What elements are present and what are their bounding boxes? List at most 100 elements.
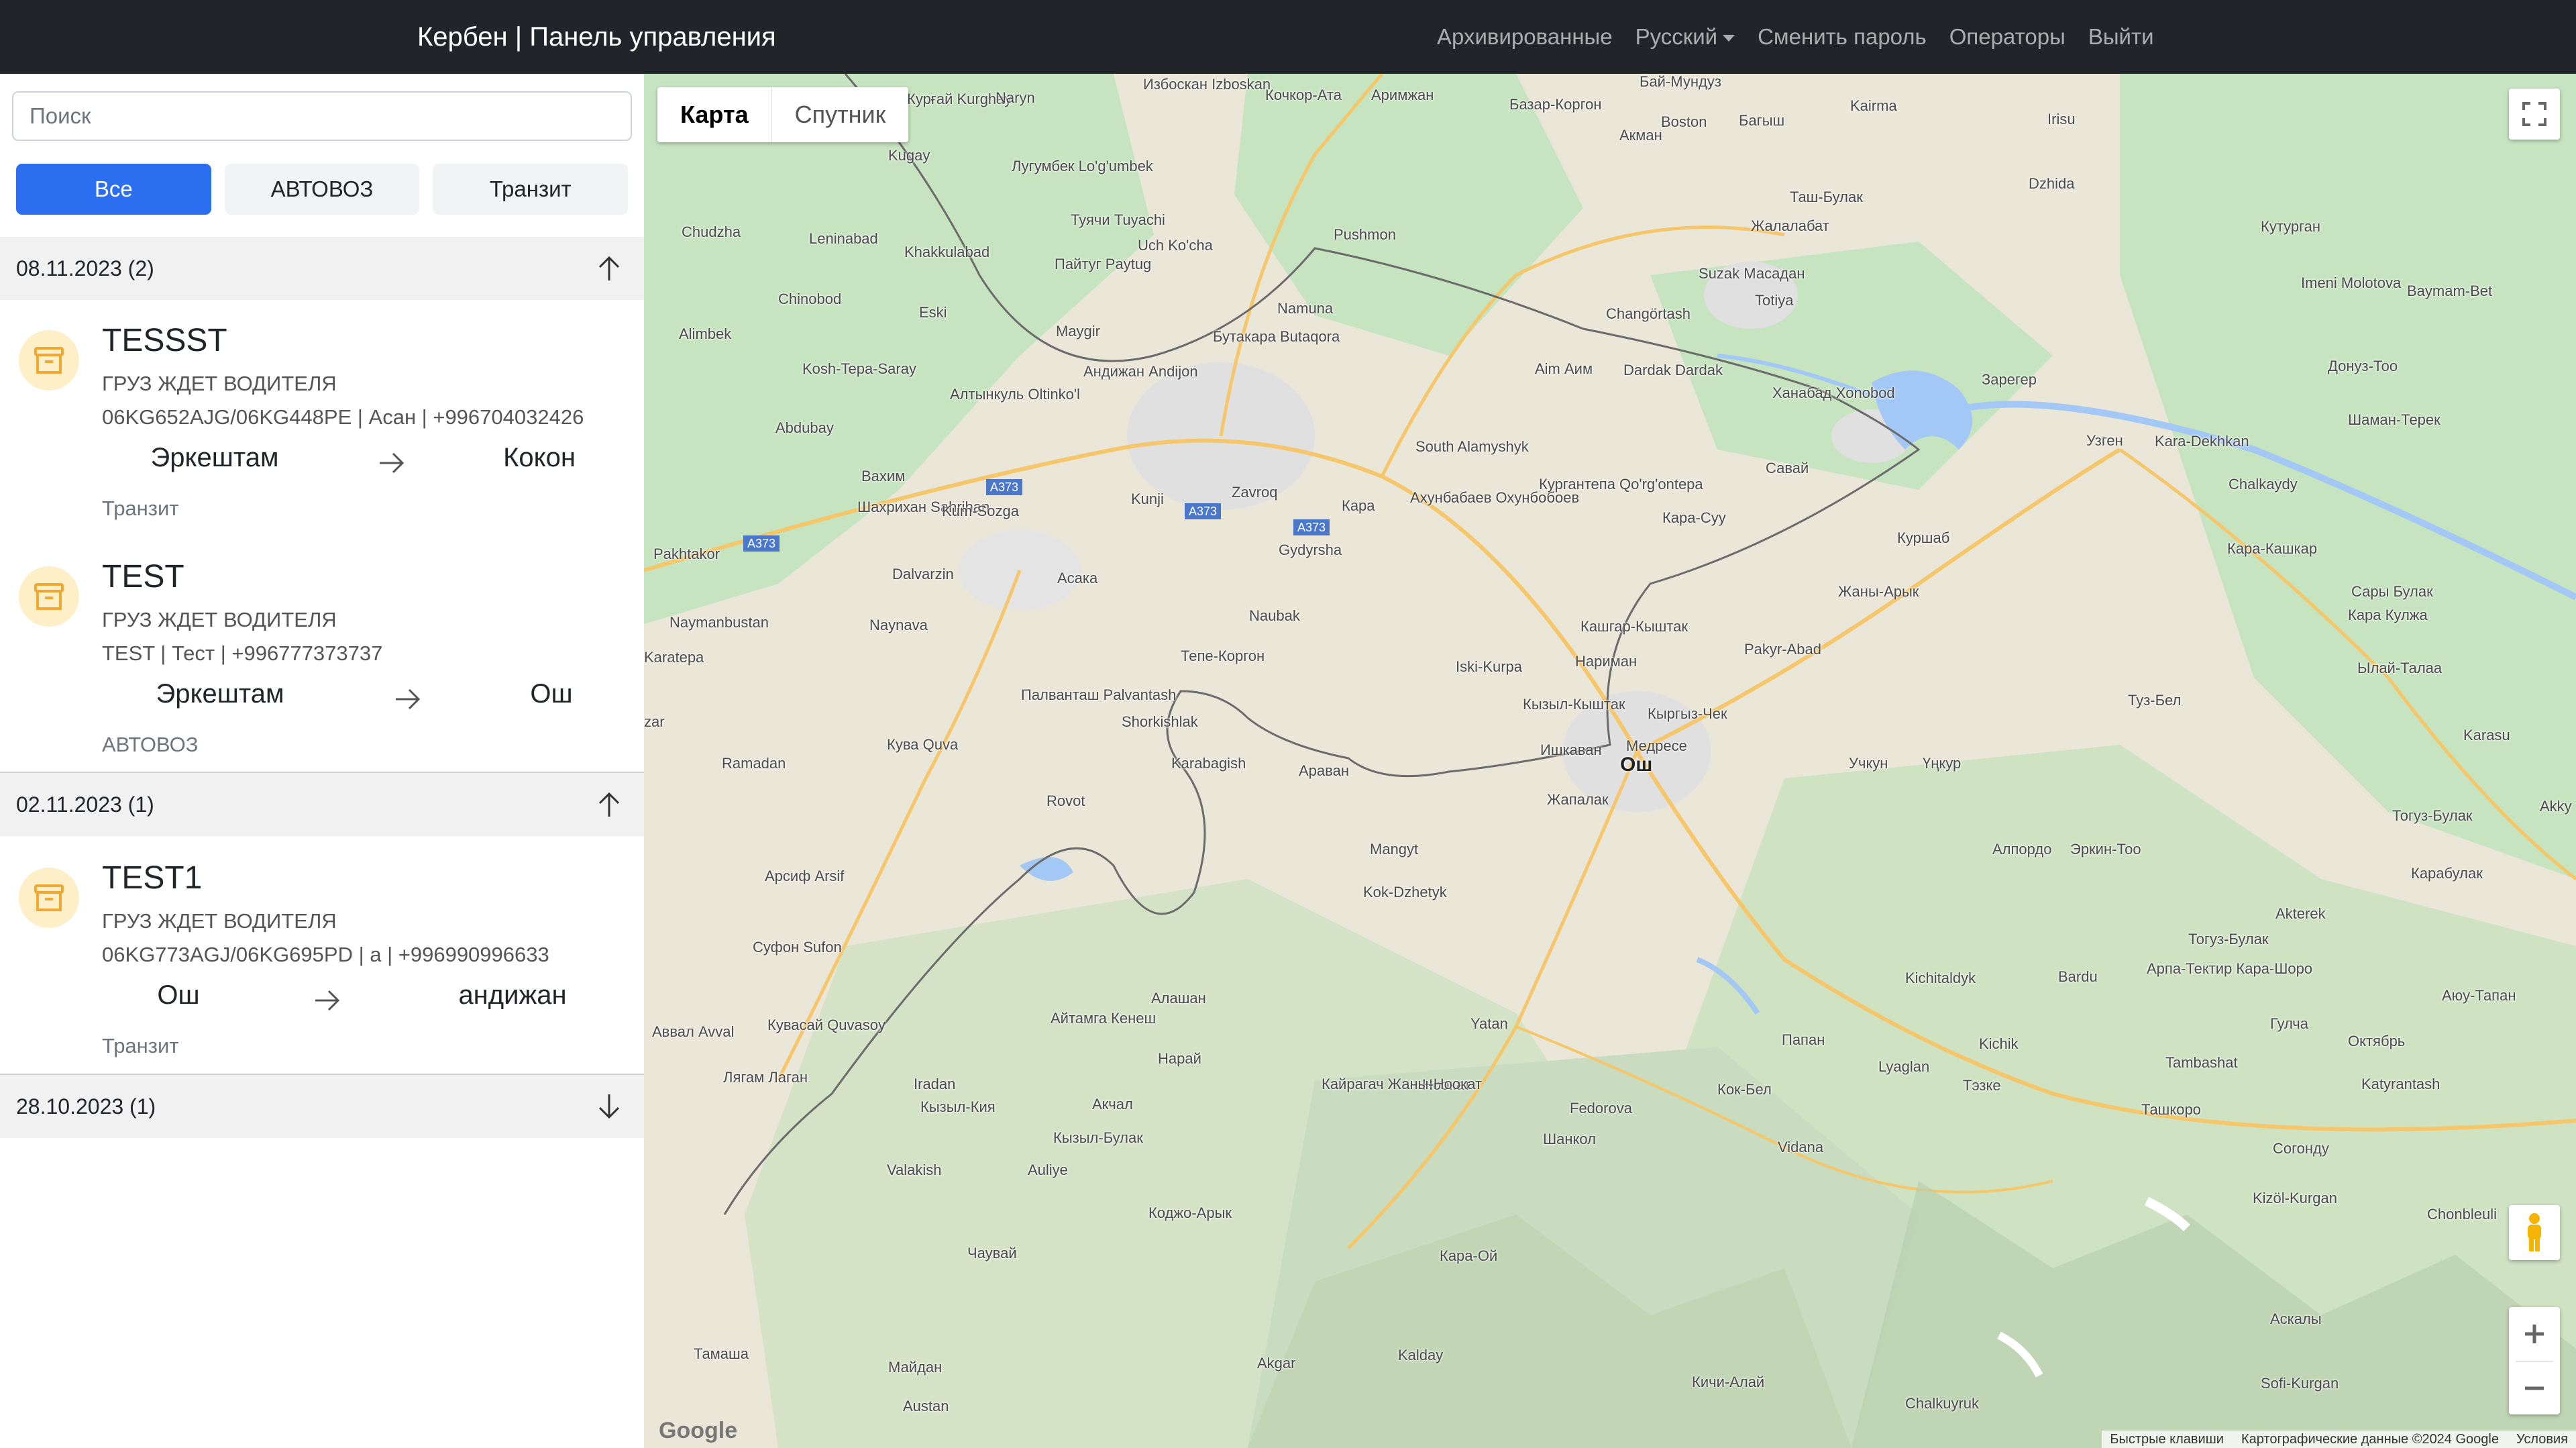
- map-label-kurgantepa: Кургантепа Qo'rg'ontepa: [1539, 476, 1703, 493]
- map-label-uzgen: Узген: [2086, 432, 2123, 449]
- route-origin: Ош: [157, 980, 200, 1010]
- map-label-khanabad: Ханабад Xonobod: [1772, 384, 1895, 401]
- cargo-sidebar: Все АВТОВОЗ Транзит 08.11.2023 (2) TESSS…: [0, 74, 644, 1448]
- cargo-info: 06KG773AGJ/06KG695PD | a | +996990996633: [102, 943, 549, 966]
- cargo-status: ГРУЗ ЖДЕТ ВОДИТЕЛЯ: [102, 608, 337, 631]
- map-label-jany-aryk: Жаны-Арык: [1838, 583, 1919, 600]
- cargo-type: АВТОВОЗ: [102, 733, 199, 756]
- map-label-bazar-korgon: Базар-Коргон: [1509, 96, 1602, 113]
- map-label-chinobod: Chinobod: [778, 291, 842, 307]
- map-label-tambashat: Tambashat: [2165, 1054, 2238, 1071]
- language-label: Русский: [1635, 24, 1718, 49]
- map-label-kok-dzhetyk: Kok-Dzhetyk: [1363, 884, 1447, 900]
- map-label-kurshab: Куршаб: [1897, 529, 1950, 546]
- nav-archived-link[interactable]: Архивированные: [1437, 24, 1613, 50]
- route-origin: Эркештам: [150, 443, 279, 472]
- map-label-shorkishlak: Shorkishlak: [1122, 713, 1198, 730]
- terms-link[interactable]: Условия: [2516, 1432, 2568, 1447]
- map-label-kara-kulja: Кара Кулжа: [2348, 607, 2428, 623]
- map-label-karatepa: Karatepa: [644, 649, 704, 666]
- filter-transit-button[interactable]: Транзит: [433, 164, 629, 215]
- map-label-kodzho-aryk: Коджо-Арык: [1148, 1204, 1232, 1221]
- filter-autovoz-button[interactable]: АВТОВОЗ: [224, 164, 420, 215]
- map-attribution: Быстрые клавиши Картографические данные …: [2102, 1431, 2576, 1448]
- archive-box-icon: [19, 330, 79, 391]
- arrow-down-icon[interactable]: [594, 1092, 624, 1121]
- map-label-unkur: Үңкур: [1923, 755, 1962, 772]
- road-shield: A373: [1185, 503, 1222, 519]
- map-label-osh: Ош: [1620, 754, 1653, 776]
- map-label-kizol-kurgan: Kizöl-Kurgan: [2253, 1190, 2337, 1206]
- map-label-tepe-korgon: Тепе-Коргон: [1181, 648, 1265, 664]
- map-label-chauvai: Чаувай: [967, 1245, 1017, 1261]
- map-label-kairma: Kairma: [1850, 97, 1897, 114]
- map-label-gydyrsha: Gydyrsha: [1279, 541, 1342, 558]
- arrow-right-icon: [396, 688, 421, 710]
- cargo-type: Транзит: [102, 497, 179, 520]
- map-label-izboskan: Избоскан Izboskan: [1143, 76, 1271, 93]
- logout-link[interactable]: Выйти: [2088, 24, 2154, 50]
- map-label-chalkuyruk: Chalkuyruk: [1905, 1395, 1980, 1412]
- google-map[interactable]: Ош Андижан Andijon Жалалабат Узген Кара-…: [644, 74, 2576, 1448]
- arrow-up-icon[interactable]: [594, 254, 624, 283]
- map-label-askaly: Аскалы: [2270, 1310, 2322, 1327]
- map-label-kashgar-kyshtak: Кашгар-Кыштак: [1580, 618, 1688, 635]
- map-label-donuz-too: Донуз-Тоо: [2328, 358, 2398, 374]
- nav-links: Архивированные Русский Сменить пароль Оп…: [1437, 0, 2177, 74]
- map-label-akgar: Akgar: [1257, 1355, 1296, 1372]
- map-data-credit: Картографические данные ©2024 Google: [2241, 1431, 2499, 1447]
- filter-all-button[interactable]: Все: [16, 164, 211, 215]
- map-label-lugumbek: Лугумбек Lo'g'umbek: [1012, 158, 1153, 174]
- change-password-link[interactable]: Сменить пароль: [1758, 24, 1927, 50]
- fullscreen-button[interactable]: [2509, 89, 2560, 140]
- arrow-up-icon[interactable]: [594, 790, 624, 819]
- map-label-kuvasai: Кувасай Quvasoy: [767, 1017, 885, 1033]
- map-label-suzak: Suzak Масадан: [1699, 265, 1805, 282]
- map-label-paytug: Пайтуг Paytug: [1055, 256, 1152, 272]
- map-label-akterek: Akterek: [2275, 905, 2326, 922]
- map-label-butakara: Бутакара Butaqora: [1213, 328, 1340, 345]
- map-label-uchkun: Учкун: [1849, 755, 1888, 772]
- top-navbar: Кербен | Панель управления Архивированны…: [0, 0, 2576, 74]
- zoom-in-button[interactable]: [2509, 1307, 2560, 1361]
- map-label-yatan: Yatan: [1470, 1015, 1508, 1032]
- date-group-header[interactable]: 02.11.2023 (1): [0, 773, 644, 836]
- date-group-header[interactable]: 08.11.2023 (2): [0, 237, 644, 300]
- language-dropdown[interactable]: Русский: [1635, 24, 1735, 50]
- keyboard-shortcuts-link[interactable]: Быстрые клавиши: [2110, 1432, 2224, 1447]
- zoom-out-button[interactable]: [2509, 1362, 2560, 1414]
- map-label-dardak: Dardak Dardak: [1623, 362, 1723, 378]
- map-label-andijan: Андижан Andijon: [1083, 363, 1198, 380]
- map-label-sufon: Суфон Sufon: [753, 939, 842, 955]
- map-label-kara-suu: Кара-Суу: [1662, 509, 1726, 526]
- map-label-alimbek: Alimbek: [679, 325, 732, 342]
- operators-link[interactable]: Операторы: [1949, 24, 2065, 50]
- map-type-satellite-button[interactable]: Спутник: [772, 87, 909, 142]
- map-label-namuna: Namuna: [1277, 300, 1334, 317]
- arrow-right-icon: [315, 990, 340, 1011]
- date-group-header[interactable]: 28.10.2023 (1): [0, 1075, 644, 1138]
- group-date-label: 08.11.2023 (2): [16, 256, 154, 280]
- map-label-vidana: Vidana: [1778, 1139, 1824, 1155]
- map-label-kara-kashkar: Кара-Кашкар: [2227, 540, 2318, 557]
- map-type-map-button[interactable]: Карта: [657, 87, 772, 142]
- map-label-sary-bulak: Сары Булак: [2351, 583, 2433, 600]
- map-label-kara-dekhkan: Kara-Dekhkan: [2155, 433, 2249, 450]
- road-shield: A373: [1293, 519, 1330, 535]
- street-view-pegman[interactable]: [2509, 1205, 2560, 1260]
- group-date-label: 02.11.2023 (1): [16, 792, 154, 817]
- search-input[interactable]: [12, 91, 632, 141]
- minus-icon: [2525, 1386, 2544, 1390]
- map-label-naymanbustan: Naymanbustan: [669, 614, 769, 631]
- arrow-right-icon: [380, 452, 405, 474]
- map-label-bagysh: Багыш: [1739, 112, 1785, 129]
- map-label-arimjan: Аримжан: [1371, 87, 1434, 103]
- app-brand[interactable]: Кербен | Панель управления: [417, 0, 776, 74]
- cargo-type: Транзит: [102, 1034, 179, 1057]
- map-label-akman: Акман: [1619, 127, 1662, 144]
- map-label-iradan: Iradan: [914, 1076, 956, 1092]
- map-label-lyagan: Лягам Лаган: [723, 1069, 808, 1086]
- google-logo: Google: [659, 1418, 738, 1443]
- map-label-asaka: Асака: [1057, 570, 1098, 586]
- map-label-changortash: Changörtash: [1606, 305, 1690, 322]
